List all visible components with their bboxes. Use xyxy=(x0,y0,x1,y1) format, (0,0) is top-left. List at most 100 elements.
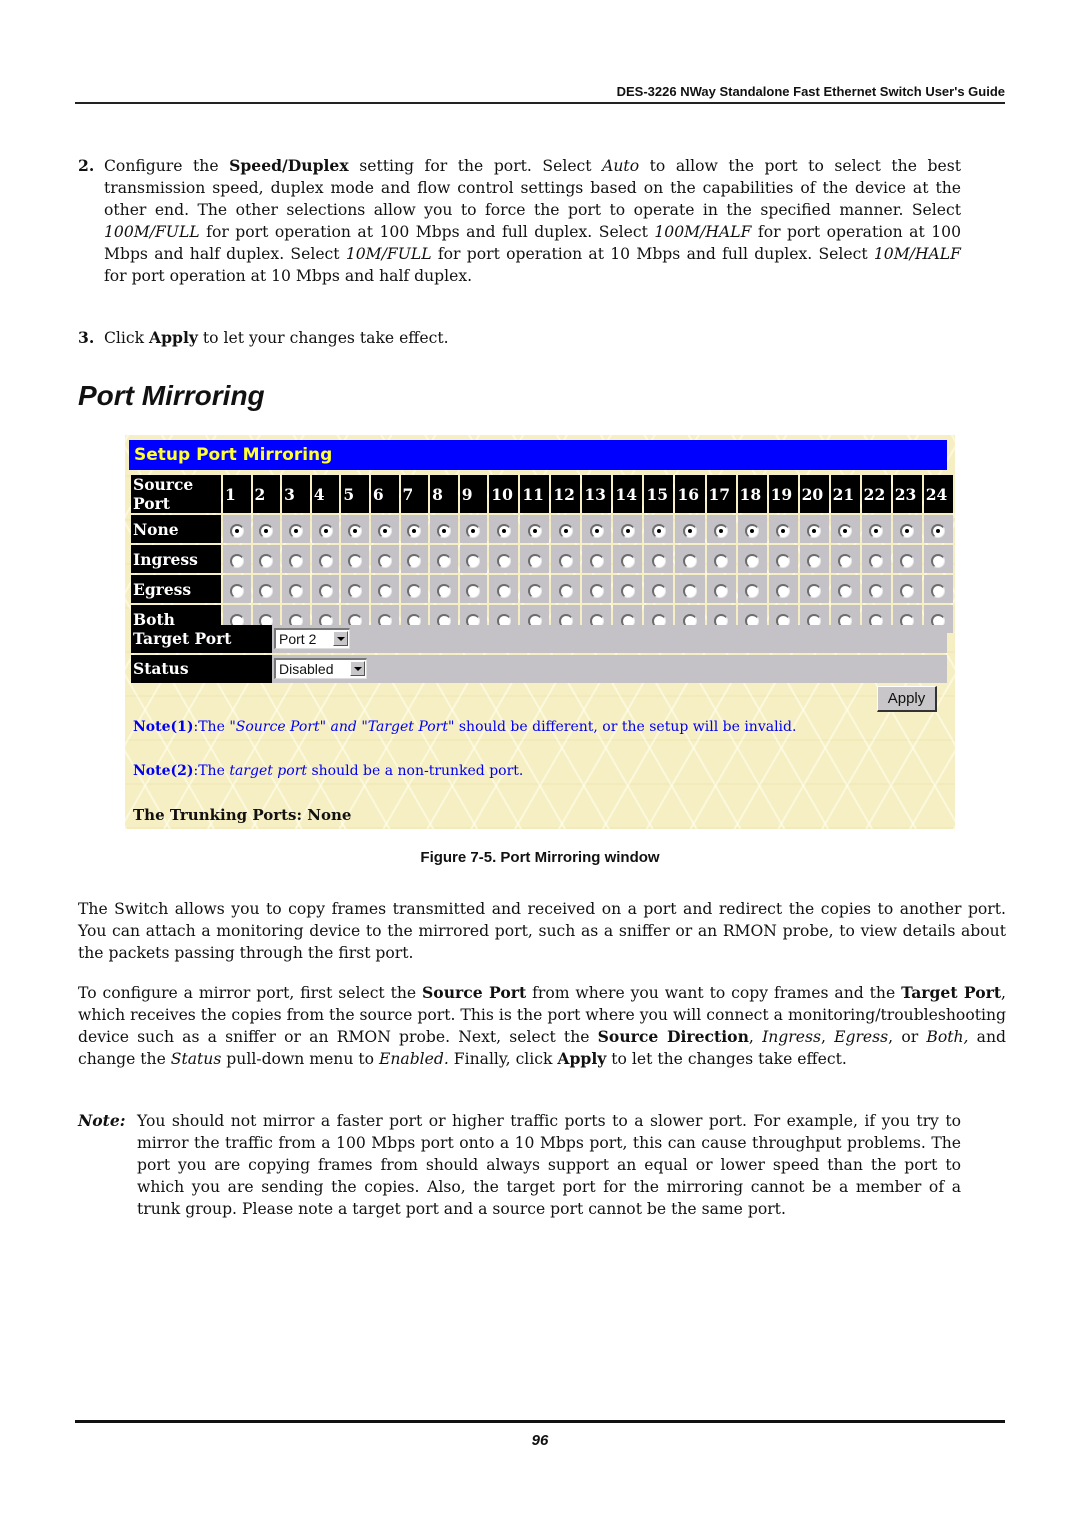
radio-ingress-port-7[interactable] xyxy=(407,553,422,568)
source-port-label: Source Port xyxy=(131,475,221,513)
radio-none-port-13[interactable] xyxy=(589,523,604,538)
radio-none-port-5[interactable] xyxy=(348,523,363,538)
radio-cell xyxy=(222,545,251,573)
radio-egress-port-5[interactable] xyxy=(348,583,363,598)
radio-none-port-10[interactable] xyxy=(496,523,511,538)
radio-egress-port-22[interactable] xyxy=(869,583,884,598)
radio-cell xyxy=(459,545,488,573)
radio-ingress-port-3[interactable] xyxy=(288,553,303,568)
radio-none-port-3[interactable] xyxy=(288,523,303,538)
radio-egress-port-2[interactable] xyxy=(259,583,274,598)
radio-egress-port-21[interactable] xyxy=(838,583,853,598)
status-select[interactable]: Disabled xyxy=(274,658,367,679)
radio-cell xyxy=(282,515,310,543)
radio-ingress-port-19[interactable] xyxy=(776,553,791,568)
page-number: 96 xyxy=(531,1432,549,1449)
radio-cell xyxy=(582,515,612,543)
italic-term: Status xyxy=(170,1050,222,1068)
radio-egress-port-23[interactable] xyxy=(900,583,915,598)
radio-none-port-16[interactable] xyxy=(682,523,697,538)
bold-term: Apply xyxy=(149,328,198,347)
radio-ingress-port-15[interactable] xyxy=(651,553,666,568)
radio-none-port-17[interactable] xyxy=(714,523,729,538)
radio-none-port-7[interactable] xyxy=(407,523,422,538)
radio-egress-port-24[interactable] xyxy=(931,583,946,598)
radio-egress-port-14[interactable] xyxy=(620,583,635,598)
radio-ingress-port-9[interactable] xyxy=(466,553,481,568)
radio-ingress-port-1[interactable] xyxy=(229,553,244,568)
radio-egress-port-7[interactable] xyxy=(407,583,422,598)
radio-none-port-11[interactable] xyxy=(527,523,542,538)
radio-ingress-port-18[interactable] xyxy=(745,553,760,568)
radio-ingress-port-12[interactable] xyxy=(558,553,573,568)
radio-egress-port-1[interactable] xyxy=(229,583,244,598)
radio-none-port-24[interactable] xyxy=(931,523,946,538)
radio-none-port-14[interactable] xyxy=(620,523,635,538)
target-port-select[interactable]: Port 2 xyxy=(274,628,350,649)
text-run: Finally, click xyxy=(448,1050,558,1068)
radio-ingress-port-6[interactable] xyxy=(377,553,392,568)
radio-cell xyxy=(613,515,643,543)
radio-ingress-port-14[interactable] xyxy=(620,553,635,568)
radio-ingress-port-22[interactable] xyxy=(869,553,884,568)
radio-egress-port-20[interactable] xyxy=(807,583,822,598)
radio-cell xyxy=(768,575,798,603)
radio-cell xyxy=(799,515,829,543)
radio-none-port-12[interactable] xyxy=(558,523,573,538)
radio-egress-port-6[interactable] xyxy=(377,583,392,598)
radio-egress-port-8[interactable] xyxy=(436,583,451,598)
radio-none-port-15[interactable] xyxy=(651,523,666,538)
radio-egress-port-16[interactable] xyxy=(682,583,697,598)
port-number-header: 19 xyxy=(768,475,798,513)
radio-ingress-port-4[interactable] xyxy=(318,553,333,568)
step-text: Configure the Speed/Duplex setting for t… xyxy=(104,155,961,287)
radio-ingress-port-11[interactable] xyxy=(527,553,542,568)
radio-ingress-port-24[interactable] xyxy=(931,553,946,568)
radio-none-port-20[interactable] xyxy=(807,523,822,538)
radio-none-port-4[interactable] xyxy=(318,523,333,538)
radio-egress-port-18[interactable] xyxy=(745,583,760,598)
radio-ingress-port-10[interactable] xyxy=(496,553,511,568)
radio-ingress-port-5[interactable] xyxy=(348,553,363,568)
radio-none-port-8[interactable] xyxy=(436,523,451,538)
radio-ingress-port-17[interactable] xyxy=(714,553,729,568)
radio-ingress-port-20[interactable] xyxy=(807,553,822,568)
radio-cell xyxy=(489,575,519,603)
radio-egress-port-10[interactable] xyxy=(496,583,511,598)
apply-button[interactable]: Apply xyxy=(877,686,937,712)
radio-ingress-port-8[interactable] xyxy=(436,553,451,568)
radio-egress-port-13[interactable] xyxy=(589,583,604,598)
radio-none-port-2[interactable] xyxy=(259,523,274,538)
radio-ingress-port-21[interactable] xyxy=(838,553,853,568)
step-3: 3. Click Apply to let your changes take … xyxy=(78,327,961,349)
radio-egress-port-3[interactable] xyxy=(288,583,303,598)
radio-none-port-6[interactable] xyxy=(377,523,392,538)
radio-egress-port-4[interactable] xyxy=(318,583,333,598)
radio-none-port-22[interactable] xyxy=(869,523,884,538)
radio-ingress-port-16[interactable] xyxy=(682,553,697,568)
radio-egress-port-19[interactable] xyxy=(776,583,791,598)
radio-egress-port-9[interactable] xyxy=(466,583,481,598)
radio-none-port-23[interactable] xyxy=(900,523,915,538)
radio-egress-port-12[interactable] xyxy=(558,583,573,598)
chevron-down-icon[interactable] xyxy=(333,631,348,646)
radio-none-port-19[interactable] xyxy=(776,523,791,538)
radio-egress-port-17[interactable] xyxy=(714,583,729,598)
status-label: Status xyxy=(131,655,272,683)
port-number-header: 11 xyxy=(520,475,550,513)
radio-egress-port-15[interactable] xyxy=(651,583,666,598)
radio-none-port-21[interactable] xyxy=(838,523,853,538)
radio-none-port-18[interactable] xyxy=(745,523,760,538)
radio-ingress-port-2[interactable] xyxy=(259,553,274,568)
radio-none-port-9[interactable] xyxy=(466,523,481,538)
chevron-down-icon[interactable] xyxy=(350,661,365,676)
radio-ingress-port-23[interactable] xyxy=(900,553,915,568)
text-run: setting for the port. Select xyxy=(348,157,603,175)
radio-cell xyxy=(675,545,705,573)
radio-cell xyxy=(282,575,310,603)
radio-none-port-1[interactable] xyxy=(229,523,244,538)
radio-ingress-port-13[interactable] xyxy=(589,553,604,568)
radio-egress-port-11[interactable] xyxy=(527,583,542,598)
step-number: 3. xyxy=(78,328,95,347)
direction-row-none: None xyxy=(131,515,953,543)
